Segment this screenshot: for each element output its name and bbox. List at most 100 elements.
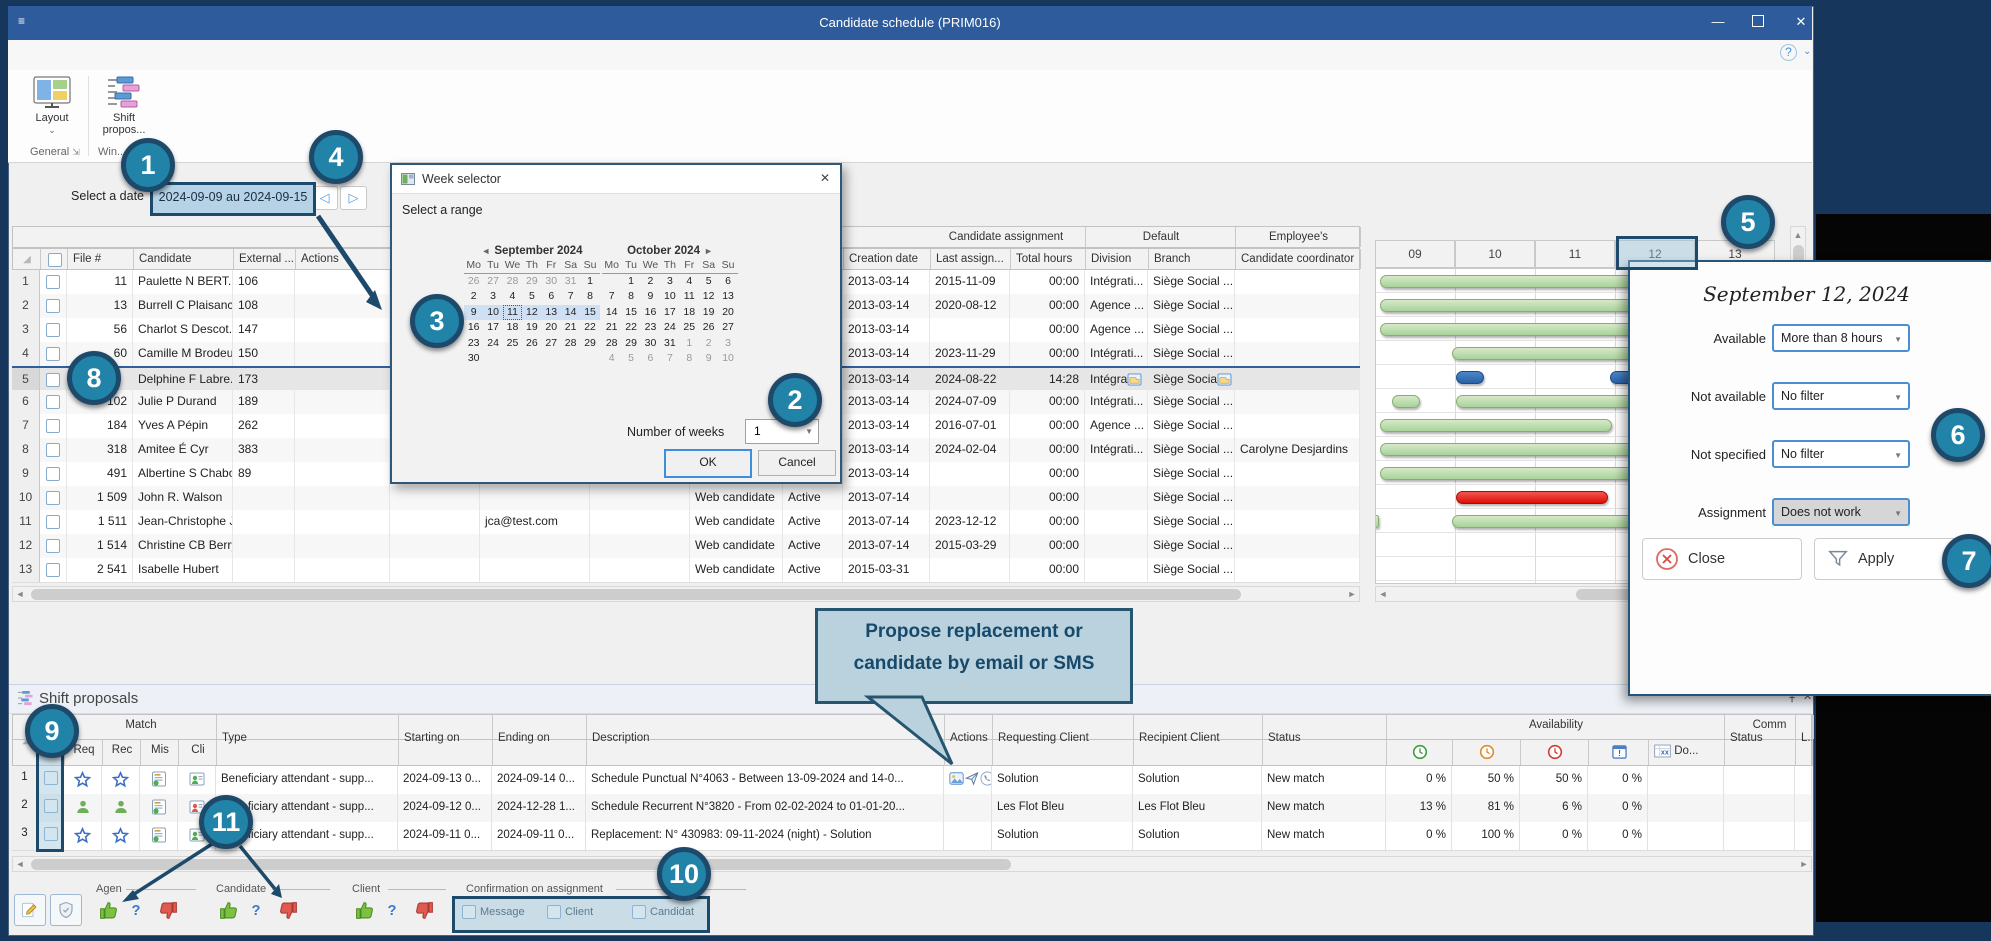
unknown-icon[interactable]: ? — [384, 900, 400, 921]
calendar-day[interactable] — [522, 351, 541, 367]
unknown-icon[interactable]: ? — [248, 900, 264, 921]
calendar-day[interactable]: 30 — [464, 351, 483, 367]
dialog-launcher-icon[interactable]: ⇲ — [72, 147, 80, 157]
calendar-day[interactable]: 9 — [641, 289, 660, 305]
calendar-day[interactable]: 3 — [718, 336, 737, 352]
ribbon-collapse-icon[interactable]: ⌄ — [1803, 46, 1811, 57]
scroll-left-icon[interactable]: ◄ — [13, 587, 27, 601]
approve-icon[interactable] — [354, 900, 375, 921]
calendar-day[interactable]: 12 — [522, 305, 541, 321]
calendar-day[interactable]: 2 — [641, 274, 660, 290]
gantt-day-11[interactable]: 11 — [1535, 240, 1615, 268]
column-header-status[interactable]: Status — [1263, 714, 1387, 766]
calendar-day[interactable]: 26 — [522, 336, 541, 352]
next-month-icon[interactable]: ► — [704, 246, 713, 256]
calendar-day[interactable] — [542, 351, 561, 367]
calendar-day[interactable]: 29 — [580, 336, 599, 352]
table-row[interactable]: 121 514Christine CB BerryWeb candidateAc… — [12, 534, 1360, 559]
edit-proposal-button[interactable] — [14, 894, 46, 926]
calendar-day[interactable]: 14 — [602, 305, 621, 321]
calendar-day[interactable]: 30 — [641, 336, 660, 352]
table-row[interactable]: 132 541Isabelle HubertWeb candidateActiv… — [12, 558, 1360, 583]
calendar-day[interactable]: 4 — [503, 289, 522, 305]
unknown-icon[interactable]: ? — [128, 900, 144, 921]
calendar-day[interactable]: 27 — [483, 274, 502, 290]
calendar-day[interactable]: 6 — [542, 289, 561, 305]
calendar-day[interactable]: 8 — [621, 289, 640, 305]
calendar-day[interactable]: 30 — [542, 274, 561, 290]
row-checkbox[interactable] — [46, 373, 60, 387]
minimize-button[interactable]: — — [1703, 14, 1733, 29]
calendar-day[interactable]: 6 — [718, 274, 737, 290]
calendar-day[interactable]: 20 — [542, 320, 561, 336]
mission-icon[interactable] — [151, 827, 167, 843]
column-header-actions[interactable]: Actions — [296, 249, 391, 269]
calendar-day[interactable]: 21 — [561, 320, 580, 336]
column-header-file[interactable]: File # — [68, 249, 134, 269]
select-all-corner[interactable]: ◢ — [23, 254, 31, 265]
column-header-creation[interactable]: Creation date — [844, 249, 931, 269]
proposal-row[interactable]: 1Beneficiary attendant - supp...2024-09-… — [12, 766, 1812, 795]
calendar-alert-icon[interactable]: ! — [1612, 744, 1627, 759]
open-folder-icon[interactable] — [1127, 373, 1142, 386]
scroll-left-icon[interactable]: ◄ — [13, 857, 27, 871]
calendar-day[interactable]: 15 — [621, 305, 640, 321]
scroll-left-icon[interactable]: ◄ — [1376, 587, 1390, 601]
approve-icon[interactable] — [98, 900, 119, 921]
column-header-last[interactable]: Last assign... — [931, 249, 1011, 269]
send-proposal-icon[interactable] — [964, 771, 980, 786]
column-header-rec[interactable]: Rec — [103, 740, 141, 765]
grid-hscrollbar[interactable]: ◄ ► — [12, 586, 1360, 602]
mission-icon[interactable] — [151, 799, 167, 815]
select-all-checkbox[interactable] — [48, 253, 62, 267]
calendar-day[interactable]: 16 — [641, 305, 660, 321]
open-folder-icon[interactable] — [1217, 373, 1232, 386]
column-header-comm_l[interactable]: L... — [1796, 714, 1813, 766]
calendar-day[interactable]: 8 — [680, 351, 699, 367]
table-row[interactable]: 111 511Jean-Christophe J...jca@test.comW… — [12, 510, 1360, 535]
maximize-button[interactable] — [1743, 15, 1773, 30]
column-header-hours[interactable]: Total hours — [1011, 249, 1086, 269]
proposal-row[interactable]: 3Beneficiary attendant - supp...2024-09-… — [12, 822, 1812, 851]
calendar-day[interactable]: 22 — [580, 320, 599, 336]
close-icon[interactable]: ✕ — [820, 171, 830, 185]
calendar-day[interactable] — [503, 351, 522, 367]
date-range-field[interactable]: 2024-09-09 au 2024-09-15 — [150, 182, 316, 216]
calendar-day[interactable]: 21 — [602, 320, 621, 336]
calendar-day[interactable]: 31 — [561, 274, 580, 290]
calendar-day[interactable]: 29 — [621, 336, 640, 352]
calendar-day[interactable]: 9 — [699, 351, 718, 367]
calendar-day[interactable]: 13 — [542, 305, 561, 321]
column-header-mis[interactable]: Mis — [141, 740, 179, 765]
calendar-day[interactable]: 5 — [699, 274, 718, 290]
star-match-icon[interactable] — [112, 771, 129, 788]
calendar-day[interactable]: 18 — [680, 305, 699, 321]
star-match-icon[interactable] — [112, 827, 129, 844]
calendar-day[interactable]: 1 — [580, 274, 599, 290]
calendar-day[interactable]: 14 — [561, 305, 580, 321]
proposals-hscrollbar[interactable]: ◄ ► — [12, 856, 1812, 872]
row-checkbox[interactable] — [46, 275, 60, 289]
layout-button[interactable]: Layout⌄ — [20, 76, 84, 142]
table-row[interactable]: 101 509John R. WalsonWeb candidateActive… — [12, 486, 1360, 511]
row-checkbox[interactable] — [46, 347, 60, 361]
calendar-day[interactable]: 23 — [464, 336, 483, 352]
row-checkbox[interactable] — [46, 323, 60, 337]
column-header-ending[interactable]: Ending on — [493, 714, 587, 766]
column-header-branch[interactable]: Branch — [1149, 249, 1236, 269]
filter-combobox-assignment[interactable]: Does not work▼ — [1772, 498, 1910, 526]
row-checkbox[interactable] — [46, 515, 60, 529]
calendar-day[interactable]: 29 — [522, 274, 541, 290]
row-checkbox[interactable] — [46, 443, 60, 457]
row-checkbox[interactable] — [46, 467, 60, 481]
calendar-day[interactable]: 6 — [641, 351, 660, 367]
row-checkbox[interactable] — [46, 299, 60, 313]
cancel-button[interactable]: Cancel — [758, 450, 836, 476]
column-header-coordinator[interactable]: Candidate coordinator — [1236, 249, 1361, 269]
photo-icon[interactable] — [949, 772, 964, 785]
calendar-day[interactable]: 7 — [602, 289, 621, 305]
column-header-cli[interactable]: Cli — [179, 740, 217, 765]
calendar-day[interactable]: 20 — [718, 305, 737, 321]
calendar-day[interactable]: 10 — [483, 305, 502, 321]
column-header-external[interactable]: External ... — [234, 249, 296, 269]
